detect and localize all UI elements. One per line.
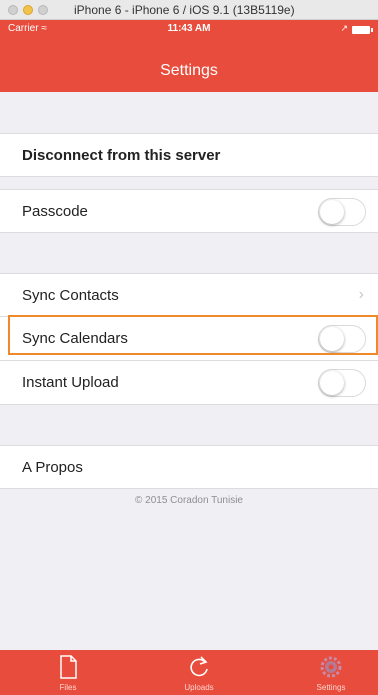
instant-upload-label: Instant Upload — [22, 374, 119, 391]
sync-calendars-row: Sync Calendars — [0, 317, 378, 361]
sync-calendars-label: Sync Calendars — [22, 330, 128, 347]
status-bar: Carrier ≈ 11:43 AM ↗ — [0, 20, 378, 40]
disconnect-label: Disconnect from this server — [22, 147, 221, 164]
about-label: A Propos — [22, 459, 83, 476]
gear-icon — [320, 656, 342, 678]
passcode-row: Passcode — [0, 189, 378, 233]
zoom-window-button[interactable] — [38, 5, 48, 15]
tab-files-label: Files — [59, 683, 77, 692]
window-controls — [8, 5, 48, 15]
navigation-bar: Settings — [0, 40, 378, 92]
tab-files[interactable]: Files — [38, 650, 98, 695]
passcode-label: Passcode — [22, 203, 88, 220]
refresh-icon — [190, 656, 208, 677]
sync-contacts-label: Sync Contacts — [22, 287, 119, 304]
minimize-window-button[interactable] — [23, 5, 33, 15]
toggle-knob — [320, 327, 344, 351]
battery-icon — [352, 26, 373, 34]
tab-uploads-label: Uploads — [184, 683, 214, 692]
tab-uploads[interactable]: Uploads — [169, 650, 229, 695]
toggle-knob — [320, 371, 344, 395]
toggle-knob — [320, 200, 344, 224]
chevron-right-icon: › — [358, 286, 364, 303]
file-icon — [60, 655, 77, 679]
window-title: iPhone 6 - iPhone 6 / iOS 9.1 (13B5119e) — [74, 3, 295, 17]
disconnect-row[interactable]: Disconnect from this server — [0, 133, 378, 177]
instant-upload-toggle[interactable] — [318, 369, 366, 397]
passcode-toggle[interactable] — [318, 198, 366, 226]
status-time: 11:43 AM — [167, 23, 211, 34]
page-title: Settings — [160, 62, 218, 79]
about-row[interactable]: A Propos — [0, 445, 378, 489]
tab-settings[interactable]: Settings — [301, 650, 361, 695]
sync-contacts-row[interactable]: Sync Contacts › — [0, 273, 378, 317]
copyright-text: © 2015 Coradon Tunisie — [135, 495, 243, 506]
tab-bar: Files Uploads Settings — [0, 650, 378, 695]
charging-icon: ↗ — [340, 23, 348, 33]
tab-settings-label: Settings — [316, 683, 346, 692]
instant-upload-row: Instant Upload — [0, 361, 378, 405]
close-window-button[interactable] — [8, 5, 18, 15]
simulator-title-bar: iPhone 6 - iPhone 6 / iOS 9.1 (13B5119e) — [0, 0, 378, 20]
sync-calendars-toggle[interactable] — [318, 325, 366, 353]
